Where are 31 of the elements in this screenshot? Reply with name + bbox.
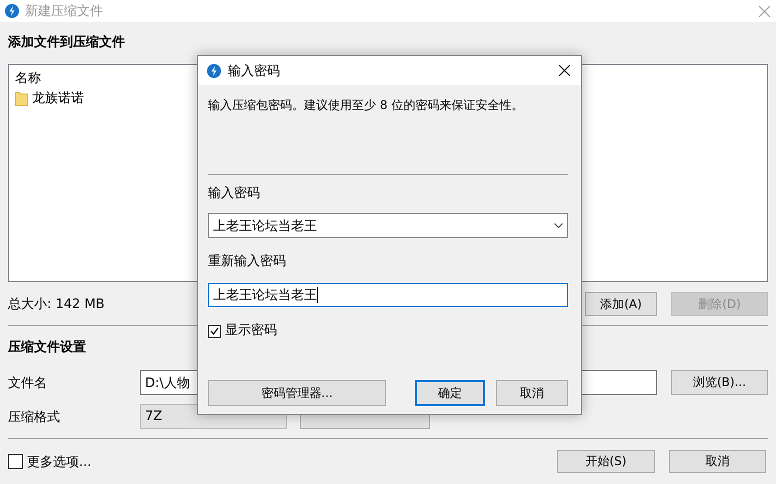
file-name[interactable]: 龙族诺诺 <box>32 89 84 107</box>
field-label: 压缩格式 <box>8 408 61 426</box>
app-icon <box>207 64 221 78</box>
window-title: 新建压缩文件 <box>25 3 103 20</box>
section-heading: 添加文件到压缩文件 <box>8 34 126 52</box>
ok-button[interactable]: 确定 <box>415 380 485 406</box>
checkbox-label: 显示密码 <box>225 323 277 339</box>
more-options-checkbox[interactable] <box>8 454 23 469</box>
password-combo[interactable]: 上老王论坛当老王 <box>208 213 568 238</box>
cancel-button[interactable]: 取消 <box>669 450 766 473</box>
browse-button[interactable]: 浏览(B)... <box>671 370 768 395</box>
close-icon[interactable] <box>559 65 570 76</box>
add-button[interactable]: 添加(A) <box>585 292 657 316</box>
password-manager-button[interactable]: 密码管理器... <box>208 380 386 406</box>
start-button[interactable]: 开始(S) <box>557 450 655 473</box>
check-icon <box>210 327 219 335</box>
field-label: 文件名 <box>8 374 48 392</box>
total-size: 总大小: 142 MB <box>8 296 105 313</box>
dialog-message: 输入压缩包密码。建议使用至少 8 位的密码来保证安全性。 <box>208 97 524 113</box>
column-header[interactable]: 名称 <box>15 69 41 87</box>
checkbox-label: 更多选项... <box>27 454 92 470</box>
show-password-checkbox[interactable] <box>208 324 221 338</box>
folder-icon <box>15 90 28 106</box>
cancel-button[interactable]: 取消 <box>496 380 568 406</box>
field-label: 输入密码 <box>208 186 261 202</box>
field-label: 重新输入密码 <box>208 254 287 270</box>
chevron-down-icon <box>554 223 563 228</box>
section-heading: 压缩文件设置 <box>8 339 87 357</box>
dialog-title: 输入密码 <box>228 62 280 80</box>
app-icon <box>5 4 19 18</box>
confirm-password-field[interactable]: 上老王论坛当老王 <box>208 283 568 307</box>
